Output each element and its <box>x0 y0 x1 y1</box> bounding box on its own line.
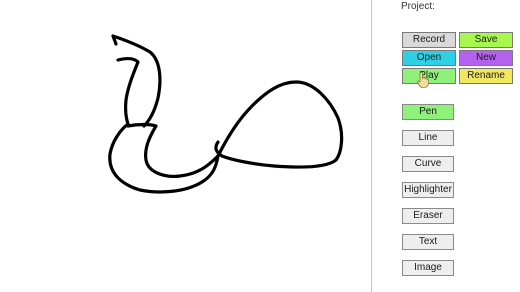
hand-pointer-icon <box>417 72 429 88</box>
image-tool-button[interactable]: Image <box>402 260 454 276</box>
eraser-tool-button[interactable]: Eraser <box>402 208 454 224</box>
highlighter-tool-button[interactable]: Highlighter <box>402 182 454 198</box>
pen-stroke <box>126 122 220 178</box>
pen-stroke <box>116 57 140 126</box>
save-button[interactable]: Save <box>459 32 513 48</box>
pen-stroke <box>111 34 162 128</box>
open-button[interactable]: Open <box>402 50 456 66</box>
sketch-layer <box>108 34 344 194</box>
rename-button[interactable]: Rename <box>459 68 513 84</box>
text-tool-button[interactable]: Text <box>402 234 454 250</box>
new-button[interactable]: New <box>459 50 513 66</box>
play-button[interactable]: Play <box>402 68 456 84</box>
curve-tool-button[interactable]: Curve <box>402 156 454 172</box>
drawing-canvas[interactable] <box>0 0 371 292</box>
pen-stroke <box>108 122 220 194</box>
line-tool-button[interactable]: Line <box>402 130 454 146</box>
record-button[interactable]: Record <box>402 32 456 48</box>
project-label: Project: <box>401 1 435 12</box>
pen-tool-button[interactable]: Pen <box>402 104 454 120</box>
tool-panel: Project: Record Save Open New Play Renam… <box>372 0 520 292</box>
pen-stroke <box>214 80 344 169</box>
